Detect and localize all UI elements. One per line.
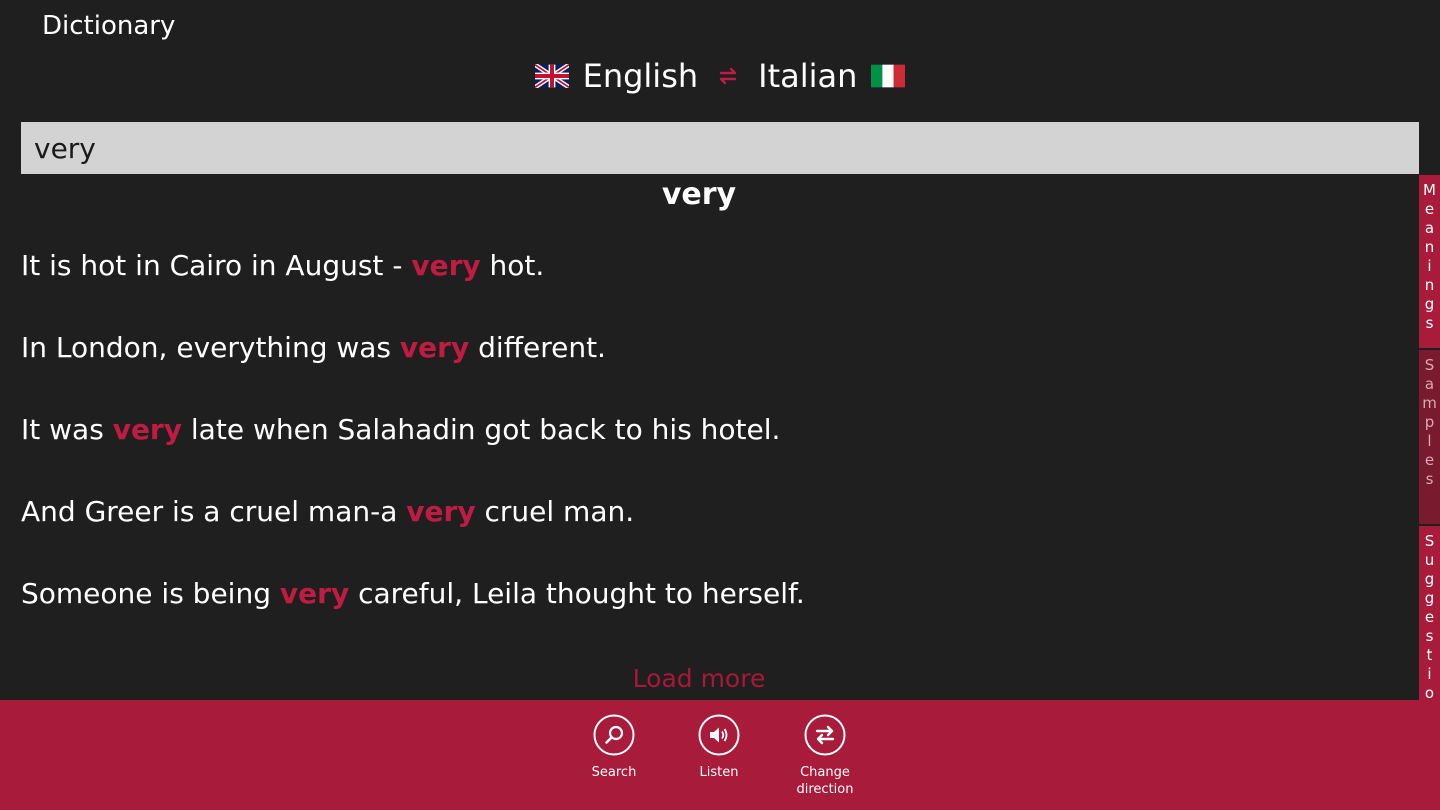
highlighted-word: very xyxy=(411,249,481,282)
highlighted-word: very xyxy=(406,495,476,528)
listen-button-label: Listen xyxy=(699,765,739,780)
side-tabs: Meanings Samples Suggestio xyxy=(1419,175,1440,700)
samples-list: It is hot in Cairo in August - very hot.… xyxy=(21,240,1411,665)
target-language[interactable]: Italian xyxy=(758,54,857,98)
speaker-icon xyxy=(698,714,740,756)
search-icon xyxy=(593,714,635,756)
change-direction-icon xyxy=(804,714,846,756)
sample-sentence: It was very late when Salahadin got back… xyxy=(21,413,781,446)
tab-suggestions[interactable]: Suggestio xyxy=(1419,526,1440,700)
uk-flag-icon xyxy=(534,64,569,88)
tab-meanings[interactable]: Meanings xyxy=(1419,175,1440,348)
change-direction-button[interactable]: Change direction xyxy=(775,714,875,798)
search-button-label: Search xyxy=(591,765,637,780)
headword: very xyxy=(661,177,737,212)
search-button[interactable]: Search xyxy=(564,714,664,781)
sample-sentence: Someone is being very careful, Leila tho… xyxy=(21,577,805,610)
highlighted-word: very xyxy=(112,413,182,446)
swap-arrows-icon[interactable] xyxy=(716,64,740,88)
change-direction-label: Change direction xyxy=(796,765,854,797)
sample-sentence: It is hot in Cairo in August - very hot. xyxy=(21,249,545,282)
language-direction-bar: English Italian xyxy=(0,54,1440,98)
load-more-link[interactable]: Load more xyxy=(0,660,1398,698)
app-title: Dictionary xyxy=(42,11,176,41)
search-input[interactable] xyxy=(21,122,1419,174)
listen-button[interactable]: Listen xyxy=(669,714,769,781)
tab-samples[interactable]: Samples xyxy=(1419,350,1440,524)
highlighted-word: very xyxy=(399,331,470,364)
sample-sentence: In London, everything was very different… xyxy=(21,331,606,364)
app-bar: Search Listen Change direction xyxy=(0,700,1440,810)
highlighted-word: very xyxy=(279,577,350,610)
sample-sentence: And Greer is a cruel man-a very cruel ma… xyxy=(21,495,635,528)
italy-flag-icon xyxy=(871,64,906,88)
source-language[interactable]: English xyxy=(583,54,699,98)
